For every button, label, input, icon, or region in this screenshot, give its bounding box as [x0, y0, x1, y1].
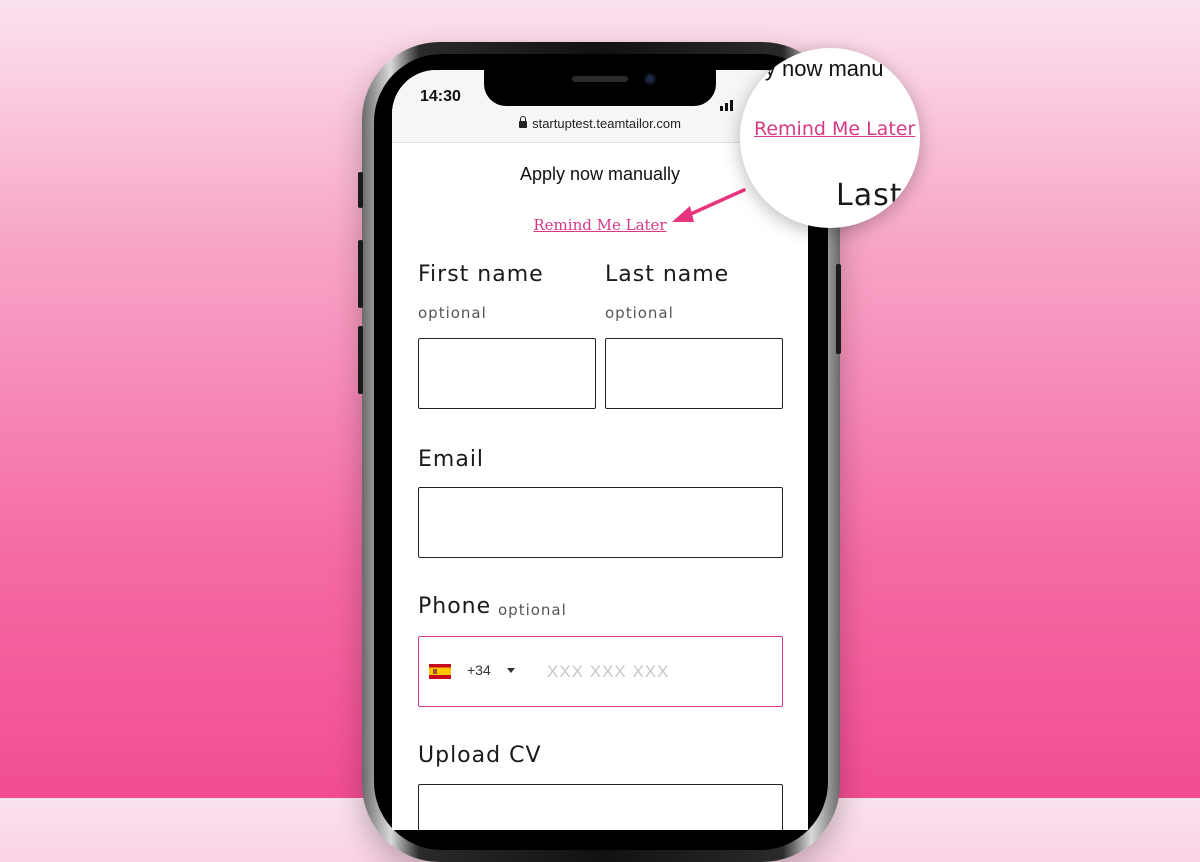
country-code[interactable]: +34: [467, 662, 491, 678]
last-name-optional: optional: [605, 304, 674, 322]
first-name-optional: optional: [418, 304, 487, 322]
last-name-label: Last name: [605, 262, 730, 287]
zoom-heading-text: ly now manu: [760, 56, 884, 81]
dropdown-caret-icon[interactable]: [507, 668, 515, 673]
upload-cv-field[interactable]: [418, 784, 783, 830]
lock-icon: [519, 116, 528, 128]
zoom-callout: ly now manu Remind Me Later Last: [740, 48, 920, 228]
speaker: [572, 76, 628, 82]
phone-input[interactable]: +34 XXX XXX XXX: [418, 636, 783, 707]
power-button: [836, 264, 841, 354]
signal-icon: [720, 92, 735, 111]
upload-cv-label: Upload CV: [418, 743, 542, 768]
phone-optional: optional: [498, 601, 567, 619]
last-name-input[interactable]: [605, 338, 783, 409]
email-label: Email: [418, 447, 485, 472]
first-name-label: First name: [418, 262, 544, 287]
volume-down-button: [358, 326, 363, 394]
notch: [484, 70, 716, 106]
status-time: 14:30: [420, 88, 461, 105]
url-text: startuptest.teamtailor.com: [532, 116, 681, 131]
phone-screen: 14:30 startuptest.teamtailor.com Apply n…: [392, 70, 808, 830]
zoom-last-text: Last: [836, 178, 903, 213]
remind-me-later-link[interactable]: Remind Me Later: [392, 216, 808, 234]
email-input[interactable]: [418, 487, 783, 558]
first-name-input[interactable]: [418, 338, 596, 409]
phone-placeholder: XXX XXX XXX: [547, 662, 670, 681]
phone-label: Phone: [418, 594, 492, 619]
camera: [644, 73, 656, 85]
volume-up-button: [358, 240, 363, 308]
spain-flag-icon[interactable]: [429, 664, 451, 679]
mute-switch: [358, 172, 363, 208]
zoom-remind-link: Remind Me Later: [754, 118, 916, 140]
